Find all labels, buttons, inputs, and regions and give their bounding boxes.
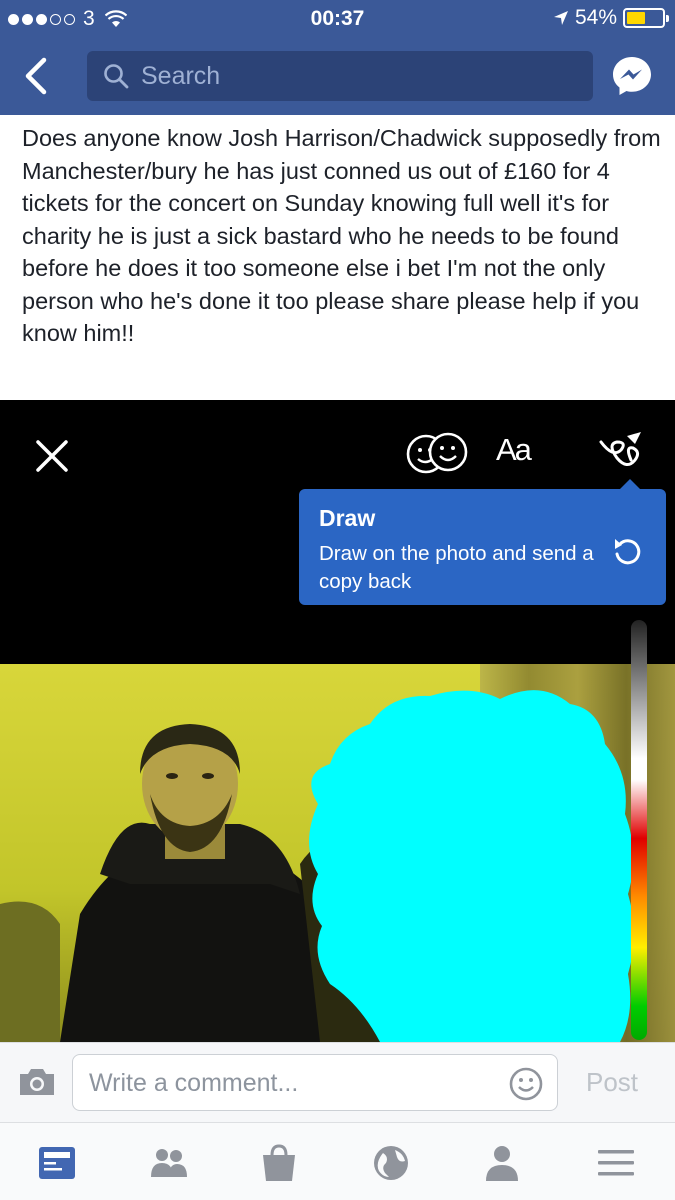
close-icon[interactable]	[32, 436, 72, 476]
text-tool-button[interactable]: Aa	[496, 432, 532, 468]
photo-content	[0, 690, 634, 1042]
post-text: Does anyone know Josh Harrison/Chadwick …	[22, 125, 661, 346]
header-bar: 3 00:37 54% Search	[0, 0, 675, 115]
draw-tool-icon[interactable]	[597, 430, 645, 476]
draw-tooltip: Draw Draw on the photo and send a copy b…	[299, 479, 666, 605]
search-input[interactable]: Search	[87, 51, 593, 101]
search-icon	[104, 64, 129, 89]
tooltip-body: Draw on the photo and send a copy back	[319, 542, 594, 593]
photo-editor: Aa Draw Draw on the photo and send a cop…	[0, 400, 675, 1042]
globe-icon[interactable]	[369, 1141, 413, 1185]
color-picker-slider[interactable]	[631, 620, 647, 1040]
profile-icon[interactable]	[480, 1141, 524, 1185]
news-feed-icon[interactable]	[35, 1141, 79, 1185]
tooltip-title: Draw	[319, 505, 376, 531]
photo-image	[0, 664, 675, 1042]
menu-icon[interactable]	[594, 1141, 638, 1185]
friends-icon[interactable]	[147, 1141, 191, 1185]
status-right: 54%	[553, 6, 669, 30]
battery-icon	[623, 8, 669, 28]
location-arrow-icon	[553, 11, 568, 25]
status-bar: 3 00:37 54%	[0, 0, 675, 38]
sticker-tool-icon[interactable]	[403, 430, 469, 476]
messenger-icon[interactable]	[611, 55, 653, 97]
camera-icon[interactable]	[18, 1067, 56, 1097]
undo-icon[interactable]	[612, 536, 642, 566]
comment-placeholder: Write a comment...	[89, 1069, 299, 1097]
back-chevron-icon[interactable]	[18, 56, 58, 96]
tab-bar	[0, 1122, 675, 1200]
cyan-scribble	[309, 690, 634, 1042]
search-placeholder: Search	[141, 61, 221, 90]
marketplace-icon[interactable]	[257, 1141, 301, 1185]
comment-bar: Write a comment... Post	[0, 1042, 675, 1122]
comment-input[interactable]: Write a comment...	[72, 1054, 558, 1111]
post-button[interactable]: Post	[586, 1067, 638, 1098]
battery-percent: 54%	[574, 6, 617, 29]
smiley-icon[interactable]	[509, 1067, 543, 1101]
